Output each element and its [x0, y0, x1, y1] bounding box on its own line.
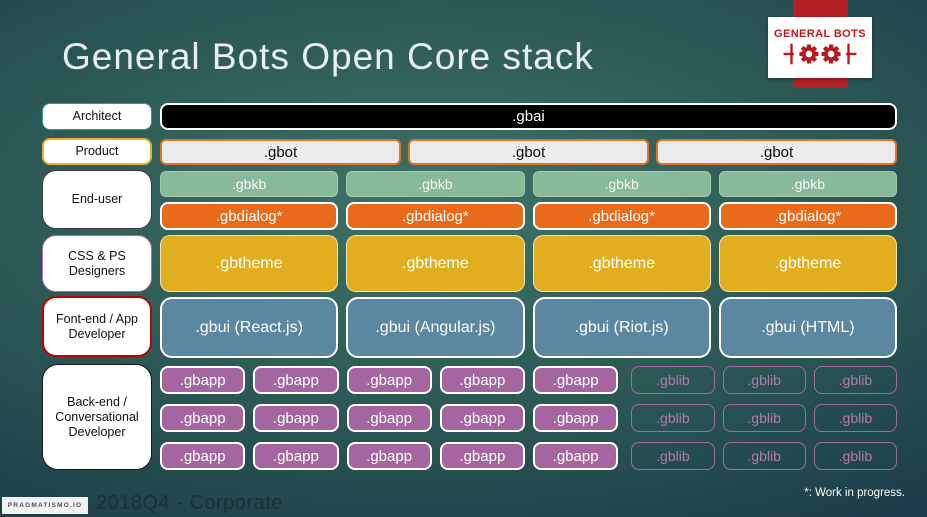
stack-box-gbui-html: .gbui (HTML) — [718, 297, 897, 358]
role-label-architect: Architect — [42, 103, 152, 130]
stack-box-gbkb: .gbkb — [160, 171, 339, 197]
row-gbui: .gbui (React.js) .gbui (Angular.js) .gbu… — [160, 297, 897, 358]
stack-box-gbdialog: .gbdialog* — [718, 202, 897, 230]
gears-icon — [783, 43, 857, 65]
role-label-css-ps-designers: CSS & PS Designers — [42, 235, 152, 292]
stack-box-gbapp: .gbapp — [346, 366, 432, 394]
stack-box-gbapp: .gbapp — [533, 442, 619, 470]
role-label-backend-conversational-developer: Back-end / Conversational Developer — [42, 364, 152, 470]
row-gbapp-gblib: .gbapp .gbapp .gbapp .gbapp .gbapp .gbli… — [160, 442, 897, 470]
stack-box-gbapp: .gbapp — [439, 404, 525, 432]
stack-box-gbapp: .gbapp — [160, 442, 246, 470]
stack-box-gbot: .gbot — [160, 139, 401, 165]
stack-box-gblib: .gblib — [722, 442, 806, 470]
stack-box-gbot: .gbot — [656, 139, 897, 165]
stack-box-gbkb: .gbkb — [718, 171, 897, 197]
footer-caption: 2018Q4 - Corporate — [96, 492, 283, 514]
row-gbkb: .gbkb .gbkb .gbkb .gbkb — [160, 171, 897, 197]
role-label-product: Product — [42, 138, 152, 165]
stack-box-gbapp: .gbapp — [253, 442, 339, 470]
stack-box-gbapp: .gbapp — [160, 366, 246, 394]
stack-box-gbapp: .gbapp — [160, 404, 246, 432]
stack-box-gbui-react: .gbui (React.js) — [160, 297, 339, 358]
stack-box-gbapp: .gbapp — [533, 404, 619, 432]
page-title: General Bots Open Core stack — [62, 36, 594, 77]
stack-box-gblib: .gblib — [813, 404, 897, 432]
stack-box-gblib: .gblib — [813, 442, 897, 470]
slide: General Bots Open Core stack GENERAL BOT… — [0, 0, 927, 517]
row-gbapp-gblib: .gbapp .gbapp .gbapp .gbapp .gbapp .gbli… — [160, 404, 897, 432]
stack-box-gbkb: .gbkb — [532, 171, 711, 197]
stack-box-gbapp: .gbapp — [253, 366, 339, 394]
stack-box-gbapp: .gbapp — [439, 366, 525, 394]
stack-box-gbapp: .gbapp — [439, 442, 525, 470]
stack-box-gblib: .gblib — [631, 366, 715, 394]
row-gbot: .gbot .gbot .gbot — [160, 139, 897, 165]
stack-box-gbui-angular: .gbui (Angular.js) — [346, 297, 525, 358]
stack-box-gbtheme: .gbtheme — [160, 235, 339, 292]
stack-box-gbtheme: .gbtheme — [346, 235, 525, 292]
row-gbdialog: .gbdialog* .gbdialog* .gbdialog* .gbdial… — [160, 202, 897, 230]
row-gbai: .gbai — [160, 103, 897, 130]
role-label-frontend-app-developer: Font-end / App Developer — [42, 296, 152, 357]
row-gbtheme: .gbtheme .gbtheme .gbtheme .gbtheme — [160, 235, 897, 292]
stack-box-gbapp: .gbapp — [346, 404, 432, 432]
row-gbapp-gblib: .gbapp .gbapp .gbapp .gbapp .gbapp .gbli… — [160, 366, 897, 394]
stack-box-gbui-riot: .gbui (Riot.js) — [532, 297, 711, 358]
stack-box-gbot: .gbot — [408, 139, 649, 165]
stack-box-gbai: .gbai — [160, 103, 897, 130]
stack-box-gblib: .gblib — [722, 404, 806, 432]
stack-box-gblib: .gblib — [722, 366, 806, 394]
stack-box-gbtheme: .gbtheme — [718, 235, 897, 292]
stack-box-gblib: .gblib — [813, 366, 897, 394]
role-label-end-user: End-user — [42, 170, 152, 229]
stack-box-gbapp: .gbapp — [253, 404, 339, 432]
stack-box-gbtheme: .gbtheme — [532, 235, 711, 292]
pragmatismo-logo: PRAGMATISMO.IO — [2, 497, 88, 514]
stack-box-gblib: .gblib — [631, 404, 715, 432]
stack-box-gbdialog: .gbdialog* — [160, 202, 339, 230]
stack-box-gbdialog: .gbdialog* — [532, 202, 711, 230]
stack-box-gbapp: .gbapp — [346, 442, 432, 470]
stack-box-gbkb: .gbkb — [346, 171, 525, 197]
general-bots-logo: GENERAL BOTS — [768, 17, 872, 78]
stack-box-gbdialog: .gbdialog* — [346, 202, 525, 230]
stack-box-gblib: .gblib — [631, 442, 715, 470]
stack-box-gbapp: .gbapp — [533, 366, 619, 394]
work-in-progress-footnote: *: Work in progress. — [804, 487, 905, 499]
logo-text: GENERAL BOTS — [774, 28, 866, 40]
